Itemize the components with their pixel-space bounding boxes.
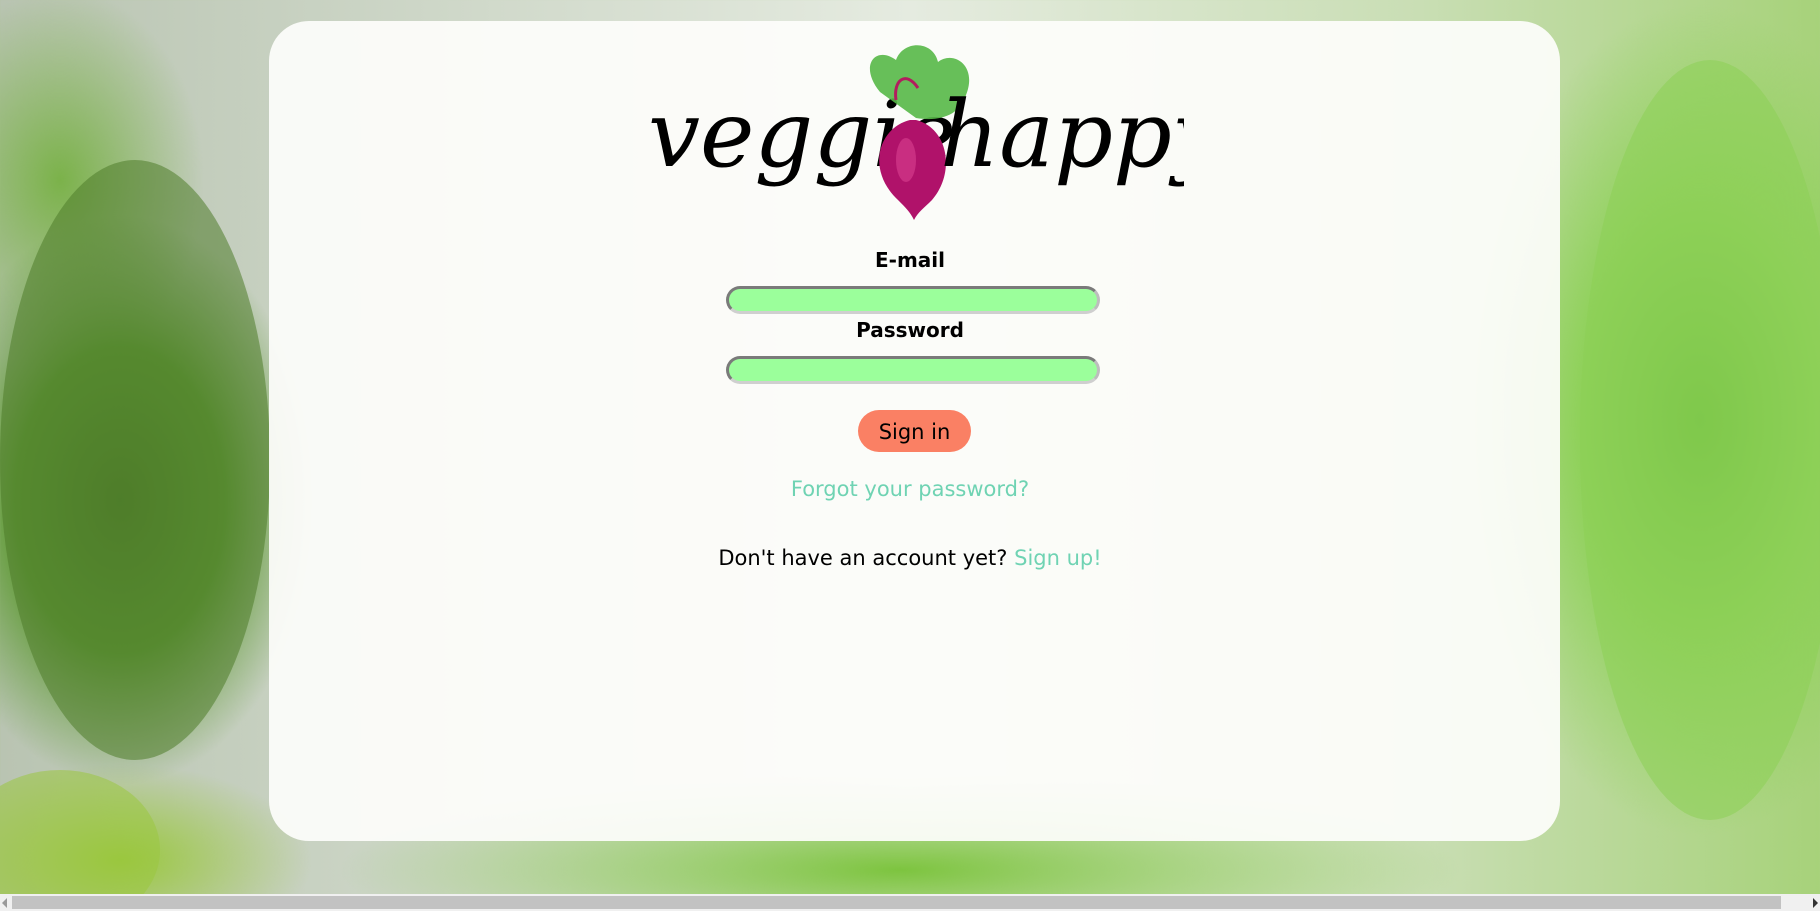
password-label: Password <box>856 318 964 342</box>
horizontal-scrollbar[interactable] <box>0 894 1820 911</box>
email-label: E-mail <box>874 248 945 272</box>
forgot-password-row: Forgot your password? <box>0 477 1820 501</box>
logo-word-happy: happy <box>940 81 1184 188</box>
sign-up-link[interactable]: Sign up! <box>1014 546 1102 570</box>
password-input[interactable] <box>726 356 1100 384</box>
scroll-right-arrow-icon[interactable] <box>1813 898 1818 908</box>
scrollbar-thumb[interactable] <box>12 896 1781 909</box>
background-kiwi <box>0 770 160 911</box>
veggie-happy-logo: veggie happy <box>648 45 1184 220</box>
forgot-password-link[interactable]: Forgot your password? <box>791 477 1029 501</box>
scroll-left-arrow-icon[interactable] <box>2 898 7 908</box>
background-bok-choy <box>1580 60 1820 820</box>
email-input[interactable] <box>726 286 1100 314</box>
sign-in-button[interactable]: Sign in <box>858 410 971 452</box>
no-account-text: Don't have an account yet? <box>718 546 1008 570</box>
signup-row: Don't have an account yet? Sign up! <box>0 546 1820 570</box>
